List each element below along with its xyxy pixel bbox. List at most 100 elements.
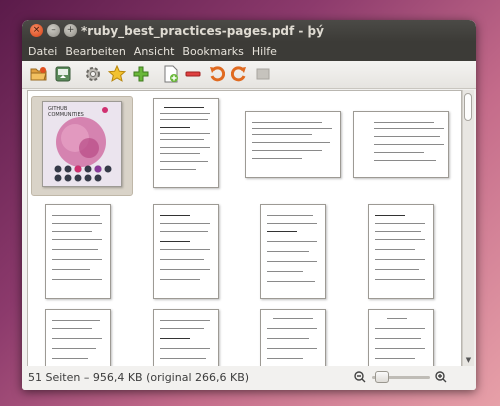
- page-thumbnail[interactable]: [153, 309, 219, 367]
- text-line: [160, 133, 210, 134]
- gear-icon: [86, 67, 100, 81]
- page-thumbnail-grid[interactable]: GITHUB COMMUNITIES: [27, 90, 462, 368]
- text-line: [273, 318, 313, 319]
- text-line: [160, 358, 206, 359]
- text-line: [374, 160, 436, 161]
- menu-bookmarks[interactable]: Bookmarks: [178, 45, 247, 58]
- crop-button[interactable]: [254, 65, 272, 83]
- zoom-in-icon[interactable]: [435, 371, 447, 383]
- status-text: 51 Seiten – 956,4 KB (original 266,6 KB): [28, 371, 250, 384]
- text-line: [375, 338, 421, 339]
- text-line: [375, 239, 425, 240]
- text-line: [160, 169, 196, 170]
- rotate-left-button[interactable]: [208, 65, 226, 83]
- text-line: [252, 142, 330, 143]
- page-thumbnail[interactable]: GITHUB COMMUNITIES: [42, 101, 122, 187]
- text-line: [160, 127, 190, 128]
- text-line: [160, 279, 200, 280]
- add-button[interactable]: [132, 65, 150, 83]
- page-thumbnail[interactable]: [45, 309, 111, 367]
- settings-button[interactable]: [84, 65, 102, 83]
- export-button[interactable]: [54, 65, 72, 83]
- text-line: [164, 107, 204, 108]
- rotate-left-icon: [210, 66, 225, 82]
- text-line: [267, 241, 317, 242]
- maximize-icon: +: [66, 25, 75, 35]
- text-line: [160, 328, 204, 329]
- text-line: [52, 269, 90, 270]
- text-line: [52, 348, 96, 349]
- page-thumbnail[interactable]: [245, 111, 341, 178]
- zoom-out-icon[interactable]: [354, 371, 366, 383]
- text-line: [52, 338, 102, 339]
- page-thumbnail[interactable]: [368, 204, 434, 299]
- menu-ansicht[interactable]: Ansicht: [130, 45, 179, 58]
- menu-bar: Datei Bearbeiten Ansicht Bookmarks Hilfe: [22, 42, 476, 61]
- menu-hilfe[interactable]: Hilfe: [248, 45, 281, 58]
- text-line: [52, 249, 98, 250]
- text-line: [160, 348, 210, 349]
- page-thumbnail[interactable]: [368, 309, 434, 367]
- text-line: [267, 251, 309, 252]
- text-line: [267, 261, 317, 262]
- text-line: [267, 281, 315, 282]
- text-line: [267, 338, 309, 339]
- page-thumbnail[interactable]: [153, 204, 219, 299]
- close-button[interactable]: ×: [30, 24, 43, 37]
- text-line: [52, 259, 102, 260]
- text-line: [160, 153, 200, 154]
- rotate-right-button[interactable]: [230, 65, 248, 83]
- text-line: [160, 147, 210, 148]
- title-bar: × – + *ruby_best_practices-pages.pdf - þ…: [22, 20, 476, 42]
- text-line: [52, 215, 100, 216]
- text-line: [160, 223, 210, 224]
- insert-page-button[interactable]: [162, 65, 180, 83]
- vertical-scrollbar[interactable]: ▼: [462, 90, 474, 366]
- page-thumbnail[interactable]: [260, 204, 326, 299]
- text-line: [52, 320, 100, 321]
- add-icon: [133, 66, 149, 82]
- text-line: [267, 328, 317, 329]
- page-thumbnail[interactable]: [153, 98, 219, 188]
- scrollbar-thumb[interactable]: [464, 93, 472, 121]
- text-line: [52, 223, 102, 224]
- text-line: [252, 122, 322, 123]
- text-line: [252, 158, 302, 159]
- text-line: [267, 223, 317, 224]
- export-icon: [55, 66, 71, 82]
- text-line: [267, 358, 303, 359]
- bookmark-button[interactable]: [108, 65, 126, 83]
- minimize-button[interactable]: –: [47, 24, 60, 37]
- text-line: [52, 279, 102, 280]
- text-line: [160, 249, 210, 250]
- text-line: [387, 318, 407, 319]
- text-line: [374, 136, 440, 137]
- delete-icon: [185, 71, 201, 77]
- scroll-down-arrow-icon[interactable]: ▼: [464, 356, 473, 364]
- text-line: [252, 150, 322, 151]
- menu-datei[interactable]: Datei: [22, 45, 61, 58]
- menu-bearbeiten[interactable]: Bearbeiten: [61, 45, 129, 58]
- text-line: [267, 215, 313, 216]
- text-line: [374, 128, 444, 129]
- text-line: [375, 231, 421, 232]
- delete-button[interactable]: [184, 65, 202, 83]
- text-line: [160, 241, 190, 242]
- text-line: [160, 231, 208, 232]
- text-line: [160, 119, 208, 120]
- open-button[interactable]: [30, 65, 48, 83]
- cover-page-image: GITHUB COMMUNITIES: [48, 106, 112, 182]
- text-line: [375, 215, 405, 216]
- rotate-right-icon: [231, 66, 246, 82]
- page-thumbnail[interactable]: [45, 204, 111, 299]
- page-thumbnail[interactable]: [260, 309, 326, 367]
- text-line: [160, 161, 208, 162]
- maximize-button[interactable]: +: [64, 24, 77, 37]
- text-line: [160, 338, 190, 339]
- page-thumbnail[interactable]: [353, 111, 449, 178]
- text-line: [267, 348, 317, 349]
- zoom-slider-handle[interactable]: [375, 371, 389, 383]
- text-line: [52, 231, 92, 232]
- text-line: [374, 144, 444, 145]
- text-line: [375, 223, 425, 224]
